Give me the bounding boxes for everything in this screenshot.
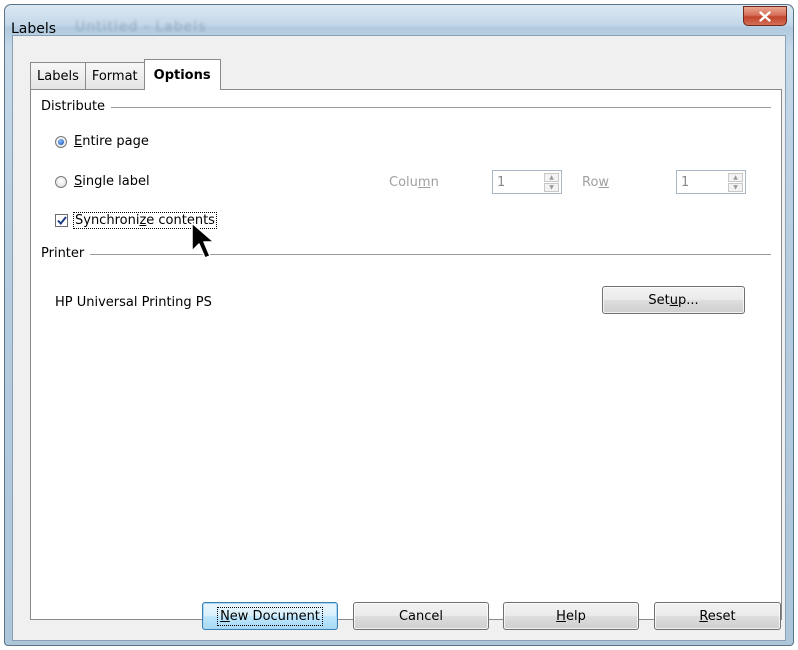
column-value[interactable]: 1 (493, 175, 544, 190)
entire-page-option[interactable]: Entire page (55, 134, 149, 149)
tab-bar: Labels Format Options (30, 59, 221, 90)
printer-name: HP Universal Printing PS (55, 295, 212, 310)
distribute-separator (41, 107, 771, 108)
entire-page-radio[interactable] (55, 135, 67, 148)
single-label-option[interactable]: Single label (55, 174, 150, 189)
setup-button-label[interactable]: Setup... (648, 293, 698, 308)
column-label: Column (389, 175, 439, 190)
help-label[interactable]: Help (556, 609, 586, 624)
tab-options[interactable]: Options (143, 59, 221, 90)
row-spinbox[interactable]: 1 ▲ ▼ (676, 170, 746, 194)
help-button[interactable]: Help (503, 602, 639, 630)
new-document-button[interactable]: New Document (202, 602, 338, 630)
column-down-arrow-icon[interactable]: ▼ (544, 182, 559, 192)
mouse-pointer-icon (191, 222, 215, 259)
row-value[interactable]: 1 (677, 175, 728, 190)
row-label: Row (582, 175, 610, 190)
entire-page-label[interactable]: Entire page (74, 134, 149, 149)
tab-labels[interactable]: Labels (30, 62, 86, 90)
single-label-label[interactable]: Single label (74, 174, 150, 189)
column-spinbox[interactable]: 1 ▲ ▼ (492, 170, 562, 194)
tab-format[interactable]: Format (84, 62, 145, 90)
reset-label[interactable]: Reset (699, 609, 735, 624)
row-down-arrow-icon[interactable]: ▼ (728, 182, 743, 192)
cancel-label[interactable]: Cancel (399, 609, 443, 624)
close-icon (759, 10, 771, 22)
options-panel: Distribute Entire page Single label Colu… (30, 89, 782, 620)
setup-button[interactable]: Setup... (602, 286, 745, 314)
new-document-label[interactable]: New Document (217, 606, 323, 626)
printer-separator (41, 254, 771, 255)
reset-button[interactable]: Reset (654, 602, 781, 630)
background-window-title: Untitled - Labels (75, 19, 207, 35)
distribute-heading: Distribute (41, 99, 112, 114)
checkmark-icon (56, 216, 67, 225)
printer-heading: Printer (41, 246, 91, 261)
dialog-client-area: Labels Format Options Distribute Entire … (12, 35, 786, 641)
cancel-button[interactable]: Cancel (353, 602, 489, 630)
single-label-radio[interactable] (55, 175, 67, 188)
row-up-arrow-icon[interactable]: ▲ (728, 172, 743, 182)
synchronize-checkbox[interactable] (55, 214, 68, 227)
labels-dialog: Untitled - Labels Labels Labels Format O… (4, 4, 794, 646)
close-button[interactable] (743, 6, 787, 26)
column-up-arrow-icon[interactable]: ▲ (544, 172, 559, 182)
